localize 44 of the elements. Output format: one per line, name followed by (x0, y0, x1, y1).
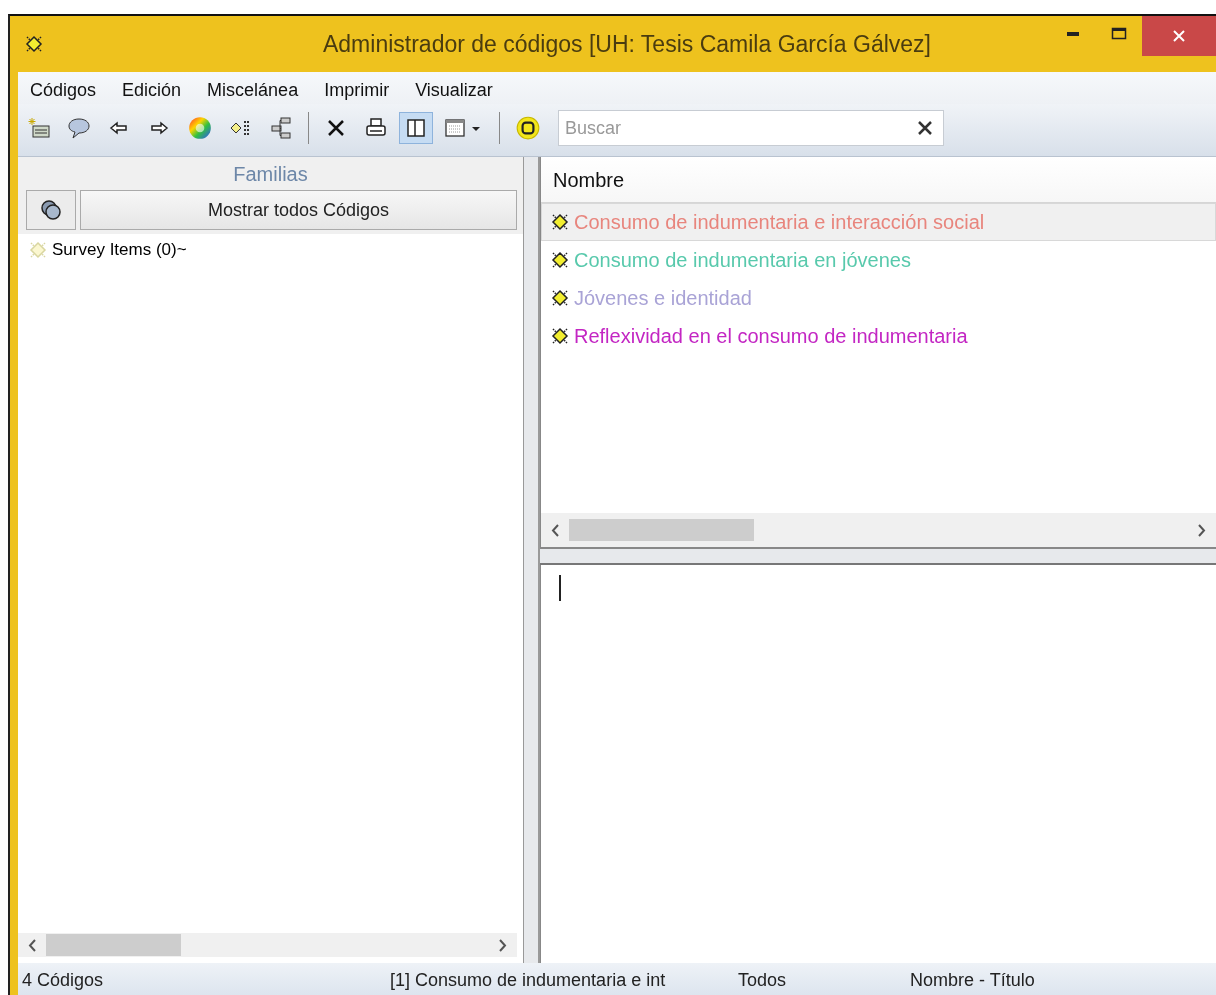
splitter[interactable] (540, 547, 1216, 565)
scroll-right-icon[interactable] (1198, 523, 1206, 537)
horizontal-scrollbar[interactable] (18, 933, 517, 957)
menu-item[interactable]: Edición (122, 79, 182, 101)
overlapping-circles-icon (40, 199, 62, 221)
code-icon (24, 34, 44, 54)
code-icon (550, 326, 570, 346)
speech-bubble-icon (67, 116, 91, 140)
code-row[interactable]: Reflexividad en el consumo de indumentaria (541, 317, 1216, 355)
close-icon (1172, 29, 1186, 43)
code-name: Consumo de indumentaria en jóvenes (574, 248, 911, 272)
family-item[interactable]: Survey Items (0)~ (28, 240, 523, 260)
menu-item[interactable]: Imprimir (324, 79, 390, 101)
show-all-button[interactable]: Mostrar todos Códigos (80, 190, 517, 230)
status-text: Todos (738, 969, 788, 991)
code-icon (550, 212, 570, 232)
color-wheel-icon (187, 115, 213, 141)
menu-item[interactable]: Miscelánea (207, 79, 299, 101)
list-icon (27, 116, 51, 140)
clear-icon (916, 119, 934, 137)
code-name: Consumo de indumentaria e interacción social (574, 210, 985, 234)
maximize-icon (1111, 27, 1127, 41)
code-icon (550, 288, 570, 308)
scroll-right-icon[interactable] (499, 938, 507, 952)
horizontal-scrollbar[interactable] (541, 513, 1216, 547)
split-panel-icon (404, 116, 428, 140)
status-text: 4 Códigos (21, 969, 105, 991)
tree-icon (269, 116, 293, 140)
window-title: Administrador de códigos [UH: Tesis Camila García Gálvez] (322, 30, 932, 58)
code-icon (550, 250, 570, 270)
code-name: Reflexividad en el consumo de indumentaria (574, 324, 968, 348)
pane-title: Familias (18, 157, 523, 190)
status-text: [1] Consumo de indumentaria e int (390, 969, 667, 991)
search-field[interactable]: Buscar (558, 110, 944, 146)
minimize-icon (1067, 32, 1079, 36)
panel-button[interactable] (399, 112, 433, 144)
families-button[interactable] (26, 190, 76, 230)
menu-item[interactable]: Códigos (30, 79, 97, 101)
code-name: Jóvenes e identidad (574, 286, 752, 310)
scroll-left-icon[interactable] (28, 938, 36, 952)
scroll-left-icon[interactable] (551, 523, 559, 537)
menu-item[interactable]: Visualizar (415, 79, 493, 101)
code-icon (28, 240, 48, 260)
status-text: Nombre - Título (910, 969, 1035, 991)
